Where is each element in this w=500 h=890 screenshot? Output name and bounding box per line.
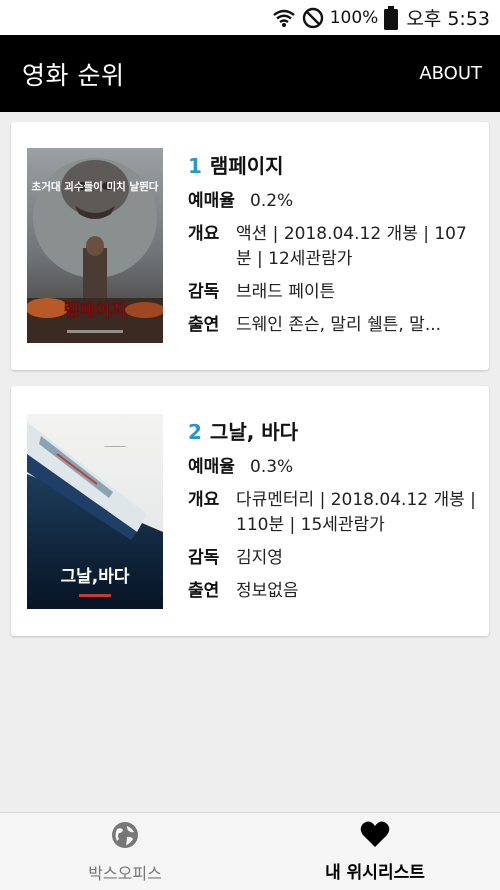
cast-row: 출연 정보없음 xyxy=(188,579,477,604)
cast-label: 출연 xyxy=(188,315,220,335)
battery-percent: 100% xyxy=(329,7,379,28)
movie-info: 2 그날, 바다 예매율 0.3% 개요 다큐멘터리 | 2018.04.12 … xyxy=(188,416,477,604)
summary-value: 다큐멘터리 | 2018.04.12 개봉 | 110분 | 15세관람가 xyxy=(236,490,476,535)
clock: 오후 5:53 xyxy=(406,8,490,30)
movie-card[interactable]: ─────── 그날,바다 2 그날, 바다 예매율 0.3% 개요 다큐멘터리… xyxy=(11,386,489,636)
tab-label: 박스오피스 xyxy=(88,863,162,883)
globe-icon xyxy=(110,820,140,854)
tab-box-office[interactable]: 박스오피스 xyxy=(0,813,250,890)
poster-title: 그날,바다 xyxy=(60,567,129,587)
movie-list: 초거대 괴수들이 미치 날뛴다 램페이지 1 램페이지 예매율 0.2% 개요 … xyxy=(11,122,489,652)
movie-poster: ─────── 그날,바다 xyxy=(27,414,163,609)
cast-value: 정보없음 xyxy=(236,581,299,601)
director-label: 감독 xyxy=(188,548,220,568)
heart-icon xyxy=(360,820,390,852)
director-row: 감독 브래드 페이튼 xyxy=(188,280,477,305)
bottom-navigation: 박스오피스 내 위시리스트 xyxy=(0,812,500,890)
booking-label: 예매율 xyxy=(188,457,235,477)
movie-info: 1 램페이지 예매율 0.2% 개요 액션 | 2018.04.12 개봉 | … xyxy=(188,150,477,338)
battery-icon xyxy=(384,5,399,30)
booking-rate: 0.3% xyxy=(250,457,294,477)
poster-title: 램페이지 xyxy=(64,301,127,321)
cast-row: 출연 드웨인 존슨, 말리 쉘튼, 말... xyxy=(188,313,477,338)
cast-label: 출연 xyxy=(188,581,220,601)
movie-card[interactable]: 초거대 괴수들이 미치 날뛴다 램페이지 1 램페이지 예매율 0.2% 개요 … xyxy=(11,122,489,370)
cast-value: 드웨인 존슨, 말리 쉘튼, 말... xyxy=(236,315,442,335)
wifi-icon xyxy=(272,7,296,29)
director-value: 브래드 페이튼 xyxy=(236,282,336,302)
movie-title-row: 1 램페이지 xyxy=(188,150,477,179)
summary-value: 액션 | 2018.04.12 개봉 | 107분 | 12세관람가 xyxy=(236,224,467,269)
movie-poster: 초거대 괴수들이 미치 날뛴다 램페이지 xyxy=(27,148,163,343)
rank-number: 1 xyxy=(188,154,202,178)
status-bar: 100% 오후 5:53 xyxy=(0,0,500,35)
summary-label: 개요 xyxy=(188,224,220,244)
tab-label: 내 위시리스트 xyxy=(325,863,425,883)
booking-row: 예매율 0.3% xyxy=(188,455,477,480)
director-value: 김지영 xyxy=(236,548,283,568)
director-label: 감독 xyxy=(188,282,220,302)
summary-row: 개요 다큐멘터리 | 2018.04.12 개봉 | 110분 | 15세관람가 xyxy=(188,488,477,538)
movie-title: 램페이지 xyxy=(209,154,284,178)
svg-text:───────: ─────── xyxy=(103,444,126,450)
tab-wishlist[interactable]: 내 위시리스트 xyxy=(250,813,500,890)
movie-title: 그날, 바다 xyxy=(209,420,299,444)
booking-row: 예매율 0.2% xyxy=(188,189,477,214)
director-row: 감독 김지영 xyxy=(188,546,477,571)
summary-label: 개요 xyxy=(188,490,220,510)
app-bar: 영화 순위 ABOUT xyxy=(0,35,500,112)
poster-tagline: 초거대 괴수들이 미치 날뛴다 xyxy=(32,180,159,193)
booking-rate: 0.2% xyxy=(250,191,294,211)
about-button[interactable]: ABOUT xyxy=(419,63,482,84)
summary-row: 개요 액션 | 2018.04.12 개봉 | 107분 | 12세관람가 xyxy=(188,222,477,272)
page-title: 영화 순위 xyxy=(22,60,125,90)
rank-number: 2 xyxy=(188,420,202,444)
movie-title-row: 2 그날, 바다 xyxy=(188,416,477,445)
booking-label: 예매율 xyxy=(188,191,235,211)
do-not-disturb-icon xyxy=(302,7,324,29)
